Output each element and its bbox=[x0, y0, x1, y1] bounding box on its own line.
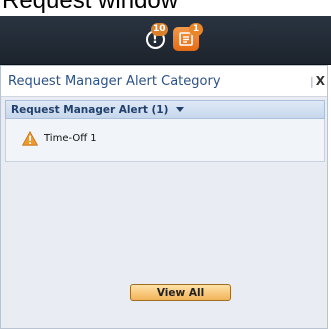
alerts-count-badge: 10 bbox=[151, 23, 168, 36]
panel-header: Request Manager Alert Category | X bbox=[1, 66, 327, 97]
close-button[interactable]: | X bbox=[310, 74, 325, 88]
alert-group-label: Request Manager Alert (1) bbox=[11, 103, 169, 116]
page-heading: Request window bbox=[2, 0, 179, 14]
panel-title: Request Manager Alert Category bbox=[8, 74, 221, 89]
separator: | bbox=[310, 74, 314, 88]
alert-category-panel: Request Manager Alert Category | X Reque… bbox=[0, 65, 328, 329]
alert-item-label: Time-Off 1 bbox=[44, 133, 97, 144]
alert-item-time-off[interactable]: Time-Off 1 bbox=[22, 131, 97, 146]
alert-group-header[interactable]: Request Manager Alert (1) bbox=[5, 100, 325, 119]
alert-group-body: Time-Off 1 bbox=[5, 119, 325, 162]
top-navigation-bar: ! 10 1 bbox=[0, 16, 331, 65]
requests-count-badge: 1 bbox=[189, 23, 203, 36]
view-all-button[interactable]: View All bbox=[130, 284, 231, 301]
warning-icon bbox=[22, 131, 38, 146]
alerts-button[interactable]: ! 10 bbox=[141, 23, 169, 52]
close-icon: X bbox=[315, 74, 325, 88]
chevron-down-icon[interactable] bbox=[176, 107, 185, 112]
requests-button[interactable]: 1 bbox=[172, 23, 203, 52]
